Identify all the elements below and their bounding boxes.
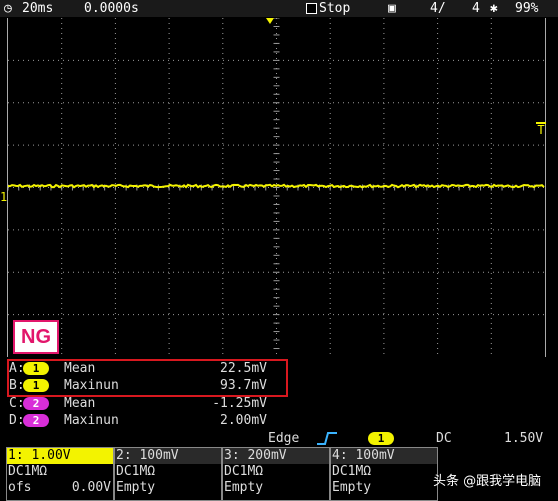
- channel-coupling: DC1MΩ: [224, 464, 264, 479]
- channel-header: 2: 100mV: [115, 448, 221, 464]
- count-readout: 4: [472, 1, 480, 16]
- page-readout: 4/: [430, 1, 446, 16]
- waveform-display[interactable]: [7, 18, 546, 357]
- watermark: 头条 @跟我学电脑: [433, 474, 542, 489]
- memory-icon: ▣: [388, 1, 396, 16]
- measurement-d: D: 2 Maxinun 2.00mV: [7, 412, 267, 429]
- channel-offset-row: ofs 0.00V: [7, 480, 113, 496]
- channel-3-panel[interactable]: 3: 200mV DC1MΩ Empty: [222, 447, 330, 501]
- highlight-box: [7, 359, 288, 397]
- channel-4-panel[interactable]: 4: 100mV DC1MΩ Empty: [330, 447, 438, 501]
- channel-badge: 2: [23, 397, 49, 410]
- channel-badge: 2: [23, 414, 49, 427]
- measurement-value: -1.25mV: [212, 396, 267, 411]
- trigger-source-badge: 1: [368, 432, 394, 445]
- trigger-type: Edge: [268, 431, 300, 446]
- ch1-ground-marker: 1: [0, 190, 8, 204]
- channel-coupling: DC1MΩ: [8, 464, 48, 479]
- time-icon: ◷: [4, 1, 12, 16]
- battery-readout: 99%: [515, 1, 539, 16]
- gear-icon[interactable]: ✱: [490, 0, 498, 17]
- status-bar: ◷ 20ms 0.0000s Stop ▣ 4/ 4 ✱ 99%: [0, 0, 558, 17]
- stop-icon: [306, 3, 317, 14]
- channel-coupling: DC1MΩ: [332, 464, 372, 479]
- trigger-level-marker: T: [536, 122, 546, 137]
- channel-1-panel[interactable]: 1: 1.00V DC1MΩ ofs 0.00V: [6, 447, 114, 501]
- run-state[interactable]: Stop: [306, 0, 350, 17]
- channel-status: Empty: [224, 480, 264, 495]
- channel-2-panel[interactable]: 2: 100mV DC1MΩ Empty: [114, 447, 222, 501]
- channel-header: 3: 200mV: [223, 448, 329, 464]
- channel-coupling: DC1MΩ: [116, 464, 156, 479]
- channel-header: 4: 100mV: [331, 448, 437, 464]
- trigger-position-icon: [266, 18, 274, 24]
- timebase-readout: 20ms: [22, 1, 54, 16]
- graticule: [8, 18, 545, 357]
- channel-status: Empty: [116, 480, 156, 495]
- measurement-c: C: 2 Mean -1.25mV: [7, 395, 267, 412]
- measurement-name: Maxinun: [64, 413, 119, 428]
- measurement-name: Mean: [64, 396, 96, 411]
- channel-status: Empty: [332, 480, 372, 495]
- measurement-value: 2.00mV: [220, 413, 267, 428]
- trigger-settings[interactable]: Edge 1 DC 1.50V: [0, 430, 558, 447]
- ng-badge: NG: [13, 320, 59, 354]
- channel-offset-label: ofs: [8, 480, 32, 495]
- trigger-level: 1.50V: [504, 431, 544, 446]
- channel-offset-value: 0.00V: [71, 480, 111, 495]
- ch1-waveform-trace: [8, 183, 545, 189]
- rising-edge-icon: [316, 430, 338, 447]
- trigger-coupling: DC: [436, 431, 452, 446]
- offset-readout: 0.0000s: [84, 1, 139, 16]
- channel-header: 1: 1.00V: [7, 448, 113, 464]
